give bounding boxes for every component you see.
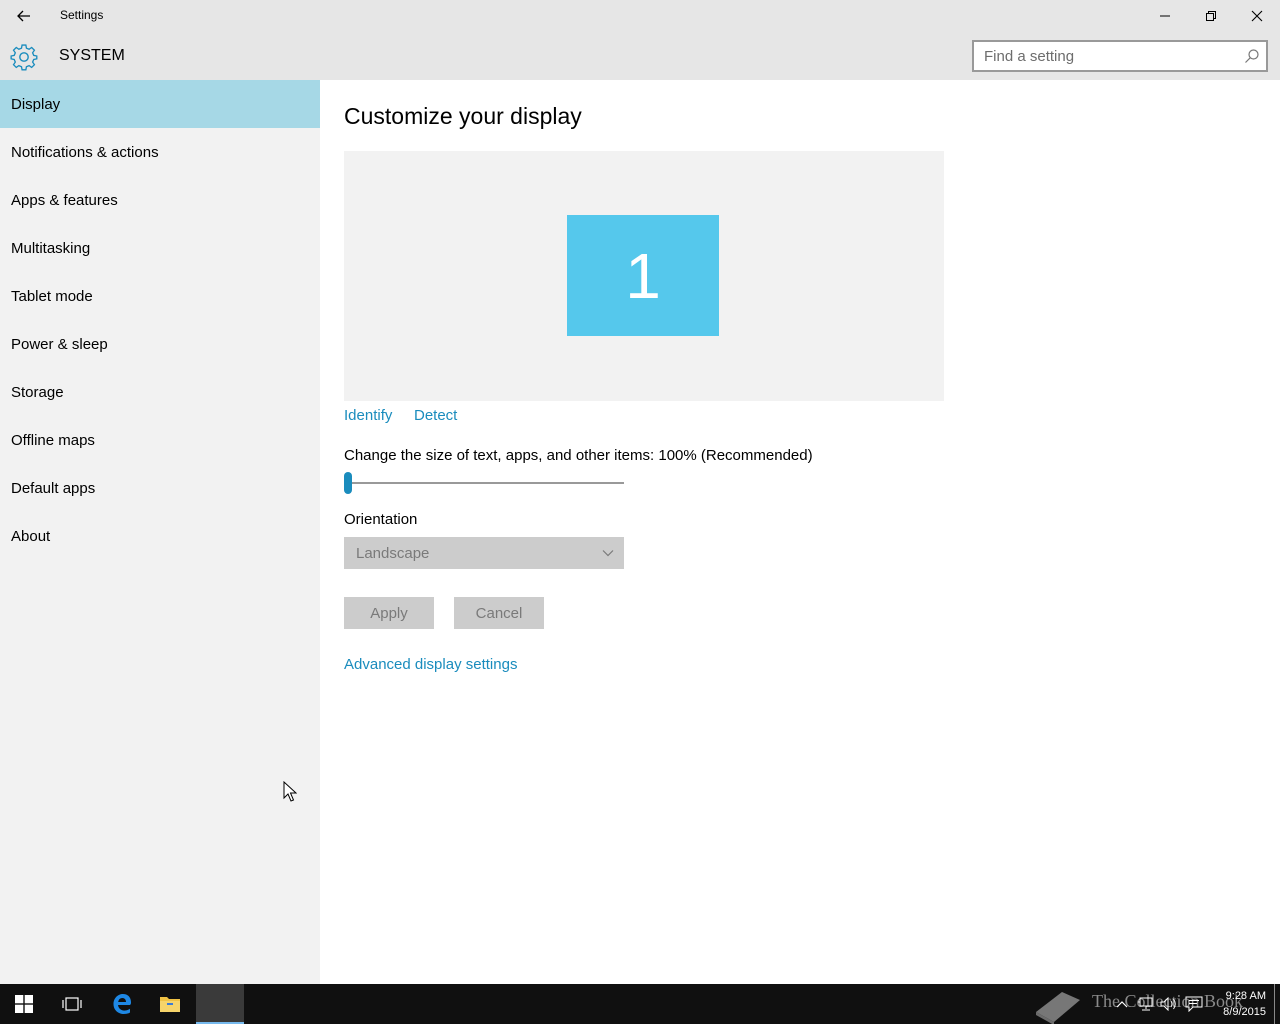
sidebar-item-notifications[interactable]: Notifications & actions [0,128,320,176]
network-button[interactable] [1134,984,1156,1024]
sidebar-item-label: Apps & features [11,191,118,209]
orientation-label: Orientation [344,511,418,528]
scale-label: Change the size of text, apps, and other… [344,447,813,464]
search-icon[interactable] [1244,48,1260,64]
back-button[interactable] [0,0,48,32]
minimize-button[interactable] [1142,0,1188,32]
gear-icon [10,44,38,71]
file-explorer-button[interactable] [146,984,194,1024]
orientation-dropdown[interactable]: Landscape [344,537,624,569]
sidebar-item-label: Notifications & actions [11,143,159,161]
edge-icon [113,994,131,1014]
sidebar-item-about[interactable]: About [0,512,320,560]
minimize-icon [1160,15,1170,17]
sidebar-item-offline-maps[interactable]: Offline maps [0,416,320,464]
monitor-number: 1 [625,239,661,312]
show-desktop-button[interactable] [1274,984,1275,1024]
sidebar-item-label: Offline maps [11,431,95,449]
scale-slider-thumb[interactable] [344,472,352,494]
sidebar-item-apps-features[interactable]: Apps & features [0,176,320,224]
back-arrow-icon [17,10,30,22]
orientation-value: Landscape [356,544,430,562]
main-content: Customize your display 1 Identify Detect… [320,80,1280,984]
scale-slider-track[interactable] [344,482,624,484]
show-hidden-icons-button[interactable] [1112,984,1132,1024]
clock-time: 9:28 AM [1225,990,1266,1002]
close-icon [1251,10,1263,22]
close-button[interactable] [1234,0,1280,32]
sidebar-item-label: Storage [11,383,64,401]
identify-link[interactable]: Identify [344,407,392,424]
taskbar: The Collection Book 9:28 AM 8/9/2015 [0,984,1280,1024]
mouse-cursor-icon [283,781,297,802]
sidebar-item-label: Tablet mode [11,287,93,305]
sidebar-item-label: Display [11,95,61,113]
task-view-icon [62,997,82,1011]
advanced-display-settings-link[interactable]: Advanced display settings [344,656,517,673]
settings-header: SYSTEM [0,32,1280,80]
book-logo-icon [1036,992,1080,1024]
apply-button[interactable]: Apply [344,597,434,629]
chevron-down-icon [602,550,614,557]
task-view-button[interactable] [48,984,96,1024]
sidebar-item-default-apps[interactable]: Default apps [0,464,320,512]
sidebar-item-label: Power & sleep [11,335,108,353]
cancel-button[interactable]: Cancel [454,597,544,629]
monitor-1-tile[interactable]: 1 [567,215,719,336]
volume-icon [1160,997,1176,1011]
clock-date: 8/9/2015 [1223,1006,1266,1018]
windows-logo-icon [15,995,33,1013]
detect-link[interactable]: Detect [414,407,457,424]
search-input[interactable] [974,42,1234,70]
sidebar: Display Notifications & actions Apps & f… [0,80,320,984]
action-center-button[interactable] [1182,984,1206,1024]
apply-label: Apply [370,604,408,622]
sidebar-item-label: Default apps [11,479,96,497]
network-icon [1138,997,1153,1011]
section-title: SYSTEM [59,47,125,64]
edge-browser-button[interactable] [98,984,146,1024]
page-title: Customize your display [344,103,582,129]
settings-taskbar-button[interactable] [196,984,244,1024]
window-title: Settings [60,8,104,22]
search-box[interactable] [972,40,1268,72]
start-button[interactable] [0,984,48,1024]
cancel-label: Cancel [475,604,523,622]
sidebar-item-storage[interactable]: Storage [0,368,320,416]
restore-icon [1206,11,1216,21]
display-arrangement-area: 1 [344,151,944,401]
sidebar-item-label: About [11,527,51,545]
title-bar: Settings [0,0,1280,32]
folder-icon [160,997,180,1012]
sidebar-item-tablet-mode[interactable]: Tablet mode [0,272,320,320]
sidebar-item-label: Multitasking [11,239,91,257]
chevron-up-icon [1116,1001,1128,1008]
sidebar-item-display[interactable]: Display [0,80,320,128]
clock[interactable]: 9:28 AM 8/9/2015 [1212,988,1266,1020]
restore-button[interactable] [1188,0,1234,32]
action-center-icon [1185,996,1203,1012]
sidebar-item-multitasking[interactable]: Multitasking [0,224,320,272]
sidebar-item-power-sleep[interactable]: Power & sleep [0,320,320,368]
volume-button[interactable] [1158,984,1180,1024]
